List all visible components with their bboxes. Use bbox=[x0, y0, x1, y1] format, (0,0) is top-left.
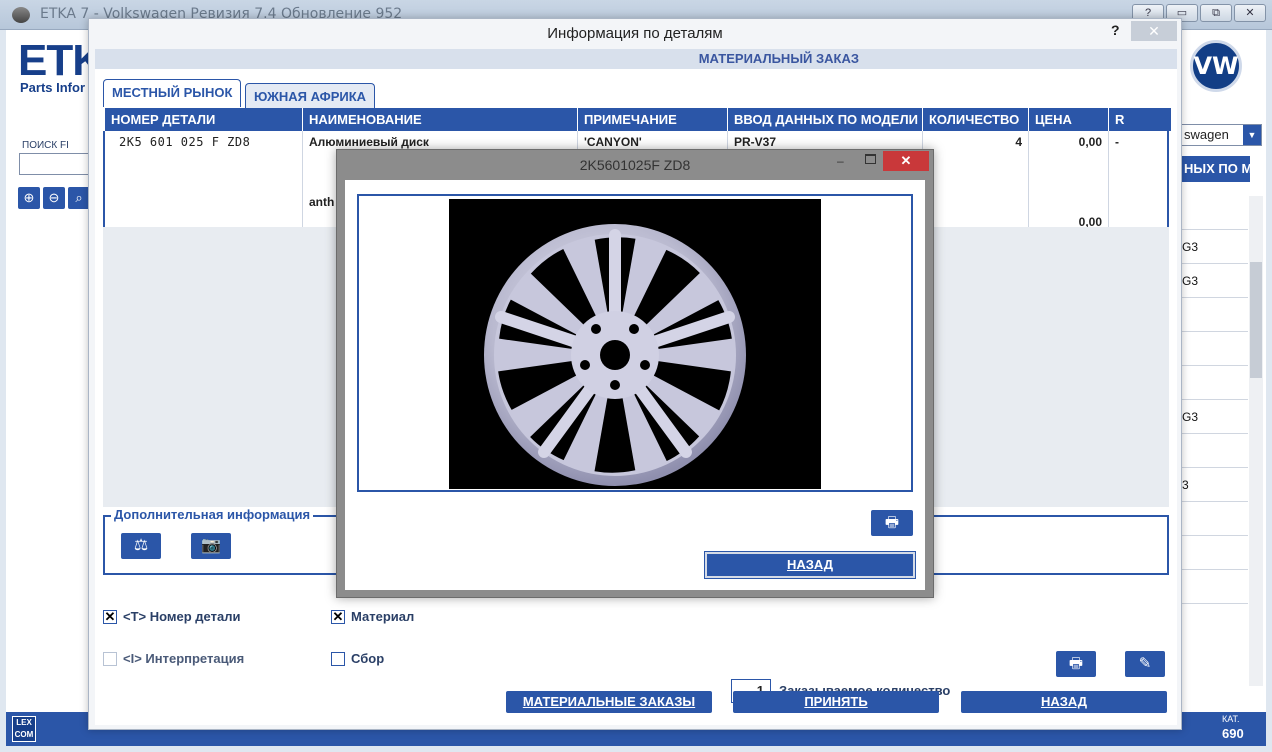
material-checkbox[interactable]: ✕ Материал bbox=[331, 609, 414, 624]
column-header[interactable]: НАИМЕНОВАНИЕ bbox=[303, 108, 578, 131]
list-item[interactable] bbox=[1180, 196, 1248, 230]
back-label: НАЗАД bbox=[1040, 694, 1088, 709]
scale-icon[interactable]: ⚖ bbox=[121, 533, 161, 559]
zoom-out-icon[interactable]: ⊖ bbox=[43, 187, 65, 209]
tab-local-market[interactable]: МЕСТНЫЙ РЫНОК bbox=[103, 79, 242, 107]
list-item[interactable] bbox=[1180, 434, 1248, 468]
dialog-title: Информация по деталям bbox=[547, 25, 723, 42]
interpretation-checkbox[interactable]: <I> Интерпретация bbox=[103, 651, 244, 666]
column-header[interactable]: ПРИМЕЧАНИЕ bbox=[578, 108, 728, 131]
part-name: Алюминиевый диск bbox=[309, 135, 429, 149]
list-item[interactable] bbox=[1180, 298, 1248, 332]
right-panel-header: НЫХ ПО М bbox=[1180, 156, 1250, 182]
list-item[interactable]: G3 bbox=[1180, 230, 1248, 264]
accept-label: ПРИНЯТЬ bbox=[804, 694, 868, 709]
material-checkbox-label: Материал bbox=[351, 609, 415, 624]
camera-icon[interactable]: 📷 bbox=[191, 533, 231, 559]
zoom-in-icon[interactable]: ⊕ bbox=[18, 187, 40, 209]
search-label: ПОИСК FI bbox=[22, 140, 69, 151]
list-item[interactable]: 3 bbox=[1180, 468, 1248, 502]
popup-content: 🖶 НАЗАД bbox=[345, 180, 925, 590]
catalog-number: 690 bbox=[1222, 726, 1244, 741]
table-header: НОМЕР ДЕТАЛИ НАИМЕНОВАНИЕ ПРИМЕЧАНИЕ ВВО… bbox=[105, 108, 1171, 131]
list-item[interactable] bbox=[1180, 536, 1248, 570]
checkbox-checked-icon[interactable]: ✕ bbox=[103, 609, 117, 624]
assembly-checkbox-label: Сбор bbox=[351, 651, 385, 666]
zoom-toolbar: ⊕ ⊖ ⌕ bbox=[18, 187, 90, 209]
column-header[interactable]: ЦЕНА bbox=[1029, 108, 1109, 131]
popup-back-label: НАЗАД bbox=[786, 557, 834, 572]
list-item[interactable] bbox=[1180, 366, 1248, 400]
print-icon[interactable]: 🖶 bbox=[871, 510, 913, 536]
brand-select-value: swagen bbox=[1184, 127, 1229, 142]
checkbox-checked-icon[interactable]: ✕ bbox=[331, 609, 345, 624]
etka-subtitle: Parts Infor bbox=[20, 80, 86, 95]
brand-select[interactable]: swagen ▼ bbox=[1180, 124, 1262, 146]
popup-close-button[interactable]: ✕ bbox=[883, 151, 929, 171]
accept-button[interactable]: ПРИНЯТЬ bbox=[733, 691, 939, 713]
dialog-close-button[interactable]: ✕ bbox=[1131, 21, 1177, 41]
part-number-checkbox[interactable]: ✕ <T> Номер детали bbox=[103, 609, 240, 624]
maximize-icon[interactable] bbox=[865, 154, 876, 164]
edit-icon[interactable]: ✎ bbox=[1125, 651, 1165, 677]
r-cell: - bbox=[1115, 135, 1119, 149]
tab-south-africa[interactable]: ЮЖНАЯ АФРИКА bbox=[245, 83, 376, 109]
column-header[interactable]: НОМЕР ДЕТАЛИ bbox=[105, 108, 303, 131]
quantity-cell: 4 bbox=[923, 131, 1029, 229]
scrollbar-thumb[interactable] bbox=[1250, 262, 1262, 378]
minimize-icon[interactable]: ‒ bbox=[837, 154, 844, 168]
lexcom-logo: LEX COM bbox=[12, 716, 36, 742]
zoom-fit-icon[interactable]: ⌕ bbox=[68, 187, 90, 209]
additional-info-title: Дополнительная информация bbox=[111, 507, 314, 522]
right-scrollbar[interactable] bbox=[1249, 196, 1263, 686]
vw-logo: VW bbox=[1190, 40, 1242, 92]
material-orders-label: МАТЕРИАЛЬНЫЕ ЗАКАЗЫ bbox=[522, 694, 696, 709]
right-panel-list: G3 G3 G3 3 bbox=[1180, 196, 1248, 604]
price-value: 0,00 bbox=[1078, 135, 1102, 149]
column-header[interactable]: КОЛИЧЕСТВО bbox=[923, 108, 1029, 131]
image-popup: 2K5601025F ZD8 ‒ ✕ 🖶 НАЗАД bbox=[336, 149, 934, 598]
image-frame bbox=[357, 194, 913, 492]
chevron-down-icon[interactable]: ▼ bbox=[1243, 125, 1261, 145]
alloy-wheel-picture bbox=[484, 224, 746, 486]
checkbox-empty-icon[interactable] bbox=[331, 651, 345, 666]
back-button[interactable]: НАЗАД bbox=[961, 691, 1167, 713]
assembly-checkbox[interactable]: Сбор bbox=[331, 651, 384, 666]
popup-back-button[interactable]: НАЗАД bbox=[704, 551, 916, 579]
restore-button[interactable]: ⧉ bbox=[1200, 4, 1232, 22]
catalog-label: КАТ. bbox=[1222, 714, 1240, 724]
list-item[interactable] bbox=[1180, 570, 1248, 604]
list-item[interactable]: G3 bbox=[1180, 264, 1248, 298]
interpretation-checkbox-label: <I> Интерпретация bbox=[123, 651, 245, 666]
list-item[interactable] bbox=[1180, 502, 1248, 536]
checkbox-empty-icon[interactable] bbox=[103, 651, 117, 666]
part-name-extra: anth bbox=[309, 195, 335, 209]
part-number-checkbox-label: <T> Номер детали bbox=[123, 609, 241, 624]
search-input[interactable] bbox=[19, 153, 99, 175]
list-item[interactable] bbox=[1180, 332, 1248, 366]
list-item[interactable]: G3 bbox=[1180, 400, 1248, 434]
wheel-image bbox=[449, 199, 821, 489]
part-number-cell: 2K5 601 025 F ZD8 bbox=[105, 131, 303, 229]
print-icon[interactable]: 🖶 bbox=[1056, 651, 1096, 677]
help-icon[interactable]: ? bbox=[1111, 22, 1120, 38]
column-header[interactable]: R bbox=[1109, 108, 1171, 131]
section-header: МАТЕРИАЛЬНЫЙ ЗАКАЗ bbox=[95, 49, 1177, 69]
column-header[interactable]: ВВОД ДАННЫХ ПО МОДЕЛИ bbox=[728, 108, 923, 131]
material-orders-button[interactable]: МАТЕРИАЛЬНЫЕ ЗАКАЗЫ bbox=[506, 691, 712, 713]
close-button[interactable]: ✕ bbox=[1234, 4, 1266, 22]
price-cell: 0,00 0,00 bbox=[1029, 131, 1109, 229]
app-icon bbox=[12, 7, 30, 23]
